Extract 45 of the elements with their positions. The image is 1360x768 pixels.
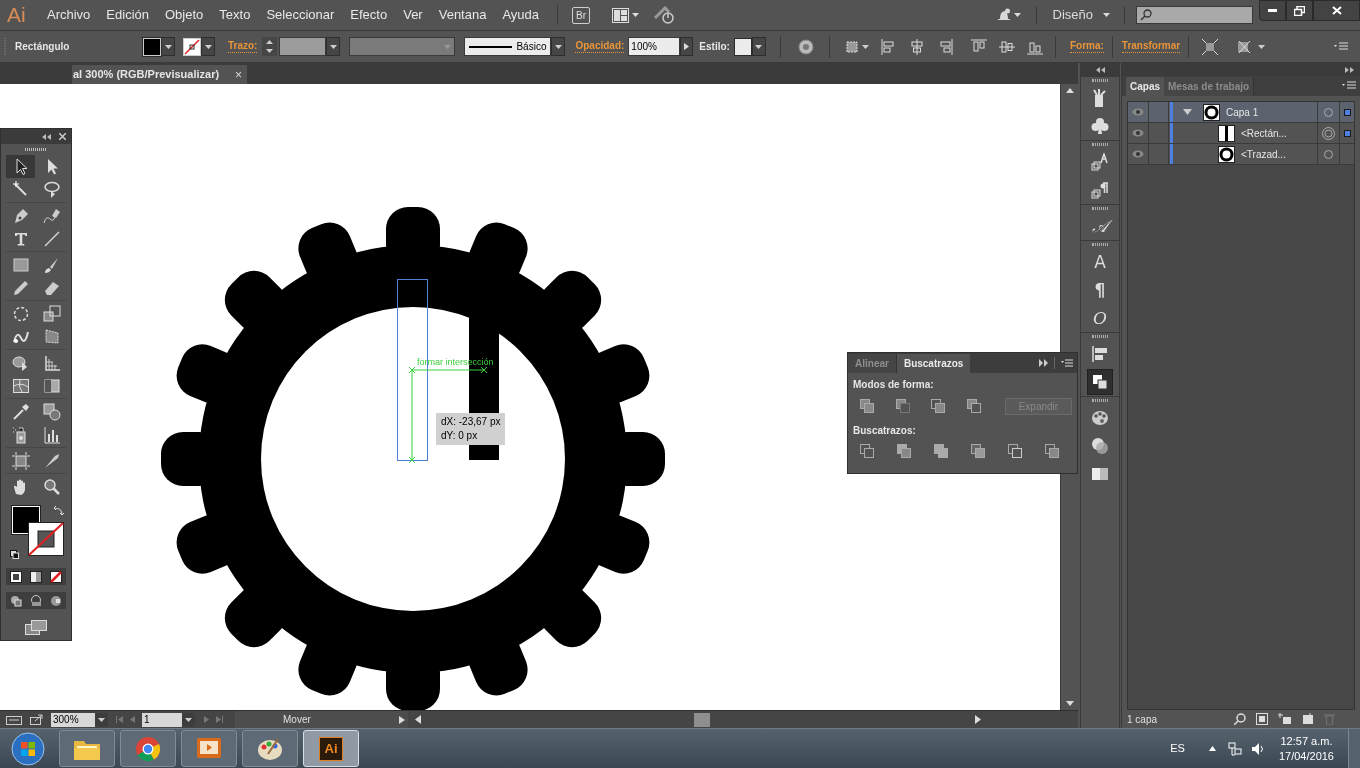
workspace-switcher[interactable]: Diseño — [1052, 5, 1110, 25]
menu-item[interactable]: Objeto — [157, 5, 212, 25]
selection-type-label: Rectángulo — [15, 40, 71, 54]
layer-name: <Rectán... — [1241, 126, 1287, 141]
panel-icon-button[interactable]: ¶ — [1087, 277, 1113, 303]
layer-name: Capa 1 — [1226, 105, 1259, 120]
language-indicator[interactable]: ES — [1170, 740, 1185, 757]
menu-item[interactable]: Ver — [395, 5, 431, 25]
illustrator-icon: Ai — [319, 736, 343, 761]
menu-item[interactable]: Efecto — [342, 5, 396, 25]
taskbar-app[interactable]: Ai — [303, 730, 359, 767]
layer-row[interactable]: Capa 1 — [1128, 102, 1354, 123]
panel-link[interactable]: Opacidad: — [575, 40, 625, 53]
layer-row[interactable]: <Rectán... — [1128, 123, 1354, 144]
panel-tab[interactable]: Capas — [1126, 77, 1164, 96]
clock-time[interactable]: 12:57 a.m. — [1280, 733, 1333, 749]
brush-definition-field[interactable]: Básico — [464, 37, 552, 56]
layer-name: <Trazad... — [1241, 147, 1286, 162]
layer-row[interactable]: <Trazad... — [1128, 144, 1354, 165]
panel-icon-button[interactable]: A — [1087, 249, 1113, 275]
app-logo: Ai — [7, 3, 27, 27]
menu-item[interactable]: Seleccionar — [258, 5, 343, 25]
menu-item[interactable]: Texto — [211, 5, 259, 25]
section-label: Modos de forma: — [853, 378, 935, 392]
opacity-field[interactable]: 100% — [628, 37, 681, 56]
style-label: Estilo: — [699, 40, 730, 54]
section-label: Buscatrazos: — [853, 424, 917, 438]
status-field[interactable]: Mover — [235, 711, 408, 728]
panel-link[interactable]: Transformar — [1121, 40, 1181, 53]
panel-tab[interactable]: Buscatrazos — [896, 354, 971, 373]
clock-date[interactable]: 17/04/2016 — [1278, 748, 1334, 764]
menu-item[interactable]: Archivo — [39, 5, 99, 25]
zoom-field[interactable]: 300% — [51, 712, 95, 727]
menu-item[interactable]: Ayuda — [494, 5, 548, 25]
menu-item[interactable]: Ventana — [430, 5, 495, 25]
menu-item[interactable]: Edición — [98, 5, 157, 25]
layer-count: 1 capa — [1127, 712, 1158, 727]
panel-icon-button[interactable]: O — [1087, 305, 1113, 331]
artboard-field[interactable]: 1 — [142, 712, 182, 727]
tooltip-text: dY: 0 px — [441, 429, 479, 443]
tooltip-text: dX: -23,67 px — [441, 415, 501, 429]
panel-icon-button[interactable]: 𝒜 — [1087, 213, 1113, 239]
document-tab[interactable]: al 300% (RGB/Previsualizar) × — [72, 65, 247, 84]
tab-close[interactable]: × — [235, 68, 242, 81]
bridge-button[interactable]: Br — [572, 6, 591, 24]
